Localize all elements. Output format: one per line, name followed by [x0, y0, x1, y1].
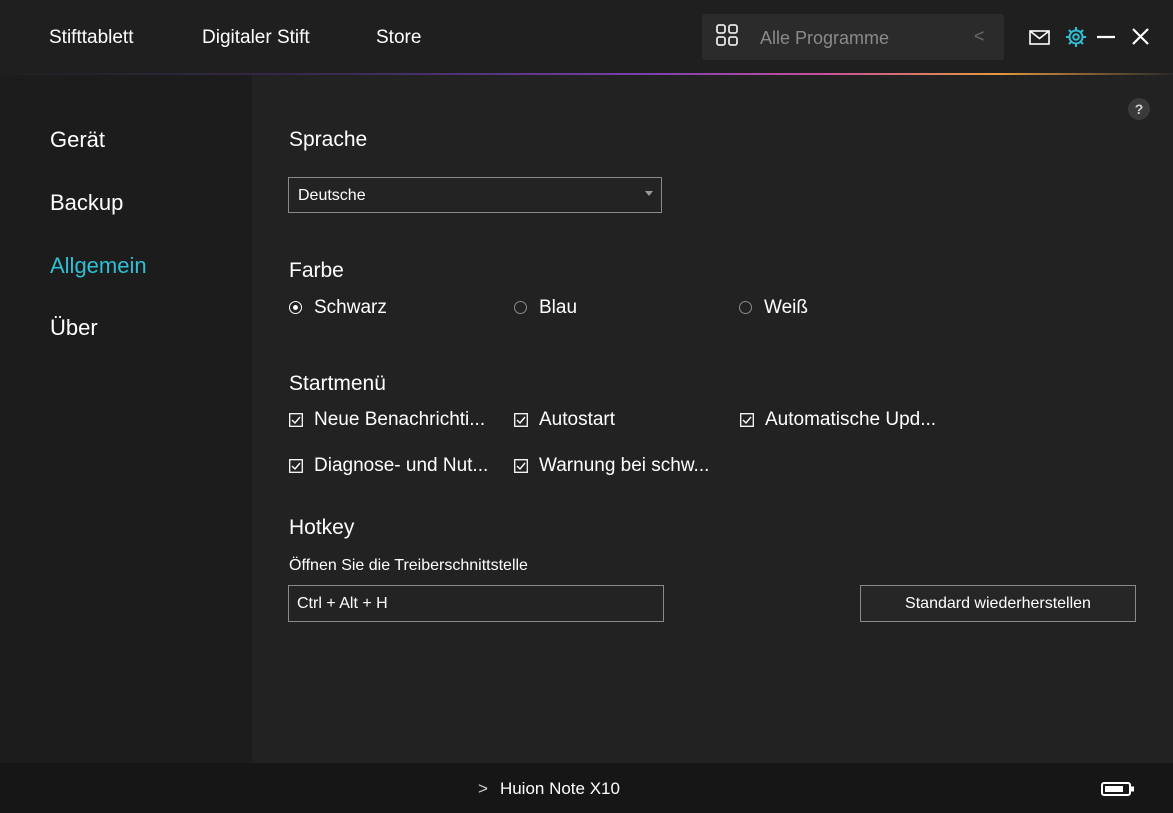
device-name: Huion Note X10 — [499, 779, 620, 798]
help-icon[interactable]: ? — [1128, 98, 1150, 120]
hotkey-input[interactable]: Ctrl + Alt + H — [288, 585, 664, 622]
program-selector[interactable]: Alle Programme < — [702, 14, 1004, 60]
tab-digital-pen[interactable]: Digitaler Stift — [202, 27, 310, 49]
app-window: Stifttablett Digitaler Stift Store Alle … — [0, 0, 1173, 813]
checkbox-checked-icon — [514, 459, 528, 473]
tab-store[interactable]: Store — [376, 27, 421, 49]
status-bar: > Huion Note X10 — [0, 763, 1173, 813]
chevron-right-icon: > — [478, 779, 488, 798]
color-option-label: Blau — [539, 297, 578, 318]
hotkey-section-title: Hotkey — [289, 516, 355, 539]
radio-unselected-icon — [739, 301, 752, 314]
header-bar: Stifttablett Digitaler Stift Store Alle … — [0, 0, 1173, 74]
minimize-icon[interactable] — [1094, 24, 1120, 50]
device-selector[interactable]: > Huion Note X10 — [478, 779, 620, 799]
checkbox-label: Automatische Upd... — [765, 409, 937, 430]
language-section-title: Sprache — [289, 128, 368, 151]
close-icon[interactable] — [1128, 24, 1154, 50]
grid-icon — [716, 24, 738, 46]
restore-defaults-button[interactable]: Standard wiederherstellen — [860, 585, 1136, 622]
dropdown-caret-icon — [645, 191, 653, 196]
sidebar-item-general[interactable]: Allgemein — [50, 253, 147, 279]
battery-icon — [1101, 782, 1134, 796]
sidebar: Gerät Backup Allgemein Über — [0, 75, 252, 763]
radio-unselected-icon — [514, 301, 527, 314]
sidebar-item-about[interactable]: Über — [50, 315, 98, 341]
checkbox-checked-icon — [740, 413, 754, 427]
checkbox-label: Diagnose- und Nut... — [314, 455, 489, 476]
startmenu-section-title: Startmenü — [289, 372, 386, 395]
checkbox-label: Neue Benachrichti... — [314, 409, 486, 430]
checkbox-checked-icon — [289, 459, 303, 473]
hotkey-description: Öffnen Sie die Treiberschnittstelle — [289, 557, 528, 574]
program-selector-label: Alle Programme — [760, 28, 890, 48]
sidebar-item-backup[interactable]: Backup — [50, 190, 123, 216]
color-section-title: Farbe — [289, 259, 344, 282]
checkbox-checked-icon — [514, 413, 528, 427]
gear-icon[interactable] — [1063, 24, 1089, 50]
checkbox-checked-icon — [289, 413, 303, 427]
color-option-label: Schwarz — [314, 297, 387, 318]
radio-selected-icon — [289, 301, 302, 314]
chevron-left-icon[interactable]: < — [974, 26, 985, 47]
sidebar-item-device[interactable]: Gerät — [50, 127, 105, 153]
color-option-label: Weiß — [764, 297, 808, 318]
tab-pen-tablet[interactable]: Stifttablett — [49, 27, 134, 49]
checkbox-label: Autostart — [539, 409, 616, 430]
language-select[interactable]: Deutsche — [288, 177, 662, 213]
mail-icon[interactable] — [1027, 24, 1053, 50]
checkbox-label: Warnung bei schw... — [539, 455, 710, 476]
language-select-value: Deutsche — [298, 187, 366, 204]
